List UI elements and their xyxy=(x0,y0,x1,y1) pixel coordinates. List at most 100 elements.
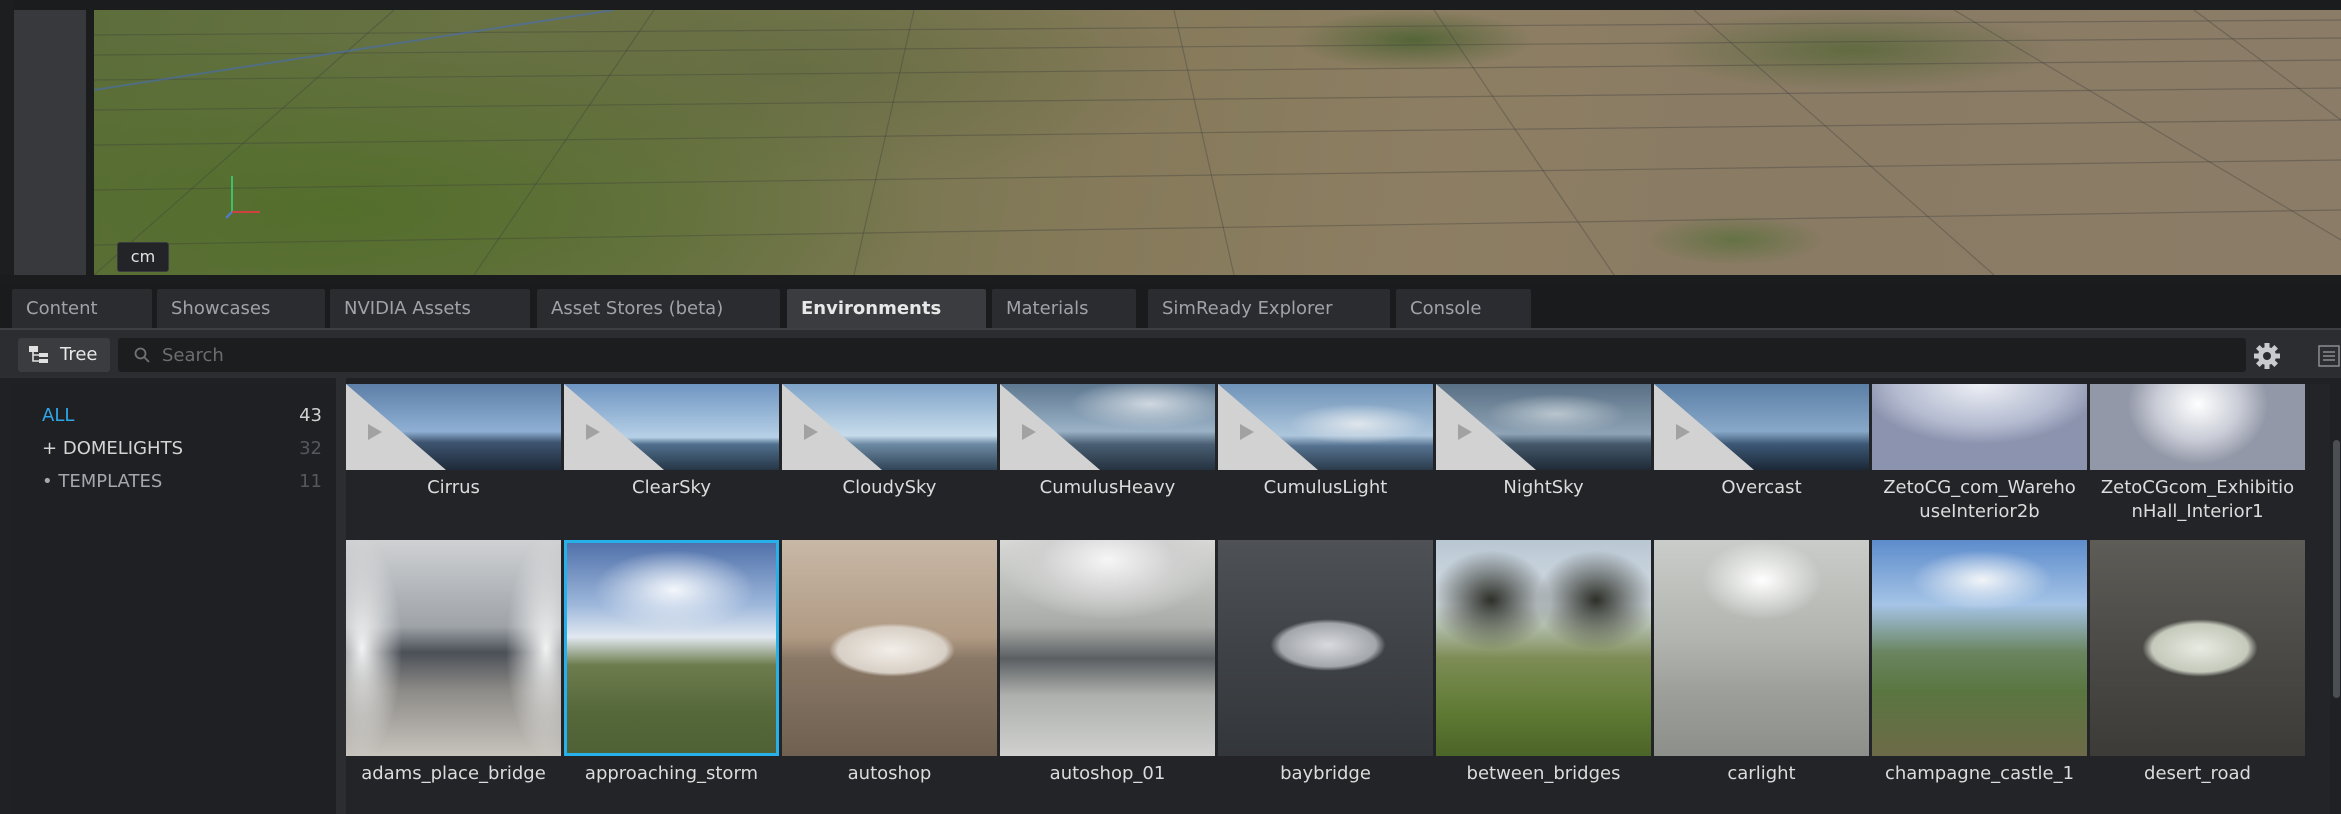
category-count: 32 xyxy=(299,438,322,459)
category-label: • TEMPLATES xyxy=(42,467,162,497)
play-icon xyxy=(782,384,882,470)
tab-materials[interactable]: Materials xyxy=(992,289,1136,328)
asset-name: ClearSky xyxy=(632,477,711,498)
category-label: ALL xyxy=(42,405,75,426)
viewport-scene[interactable] xyxy=(94,10,2341,275)
asset-card[interactable]: ZetoCGcom_Exhibitio nHall_Interior1 xyxy=(2090,384,2305,524)
tab-simready-explorer[interactable]: SimReady Explorer xyxy=(1148,289,1390,328)
tab-environments[interactable]: Environments xyxy=(787,289,986,328)
play-icon xyxy=(564,384,664,470)
asset-card[interactable]: CumulusLight xyxy=(1218,384,1433,514)
viewport[interactable]: cm xyxy=(0,0,2341,283)
asset-card[interactable]: desert_road xyxy=(2090,540,2305,800)
asset-thumbnail xyxy=(1218,384,1433,470)
asset-name: adams_place_bridge xyxy=(361,763,546,784)
search-icon xyxy=(134,347,150,363)
tab-nvidia-assets[interactable]: NVIDIA Assets xyxy=(330,289,530,328)
tree-icon xyxy=(29,346,48,363)
asset-name: autoshop_01 xyxy=(1049,763,1166,784)
play-icon xyxy=(1436,384,1536,470)
asset-card[interactable]: adams_place_bridge xyxy=(346,540,561,800)
axis-gizmo-icon xyxy=(225,176,260,219)
asset-thumbnail xyxy=(2090,384,2305,470)
tab-console[interactable]: Console xyxy=(1396,289,1531,328)
asset-thumbnail xyxy=(1000,540,1215,756)
asset-card[interactable]: Cirrus xyxy=(346,384,561,514)
asset-name: champagne_castle_1 xyxy=(1884,763,2075,784)
play-icon xyxy=(1654,384,1754,470)
tab-asset-stores[interactable]: Asset Stores (beta) xyxy=(537,289,780,328)
category-name: TEMPLATES xyxy=(58,471,163,492)
category-domelights[interactable]: + DOMELIGHTS 32 xyxy=(42,434,322,464)
asset-name: desert_road xyxy=(2144,763,2251,784)
asset-thumbnail xyxy=(1654,540,1869,756)
grid-scrollbar-thumb[interactable] xyxy=(2333,440,2340,698)
asset-thumbnail xyxy=(564,540,779,756)
asset-grid: Cirrus ClearSky CloudySky CumulusHeavy C… xyxy=(346,384,2330,814)
asset-name: NightSky xyxy=(1503,477,1584,498)
asset-thumbnail xyxy=(1872,540,2087,756)
unit-badge[interactable]: cm xyxy=(117,242,169,272)
tree-label: Tree xyxy=(60,344,98,365)
category-count: 43 xyxy=(299,405,322,426)
asset-name: approaching_storm xyxy=(584,763,759,784)
tab-showcases[interactable]: Showcases xyxy=(157,289,325,328)
viewport-side-toolbar xyxy=(14,10,90,283)
play-icon xyxy=(1000,384,1100,470)
asset-thumbnail xyxy=(346,540,561,756)
asset-card[interactable]: autoshop xyxy=(782,540,997,800)
asset-card[interactable]: autoshop_01 xyxy=(1000,540,1215,800)
asset-thumbnail xyxy=(2090,540,2305,756)
asset-card[interactable]: between_bridges xyxy=(1436,540,1651,800)
gear-icon[interactable] xyxy=(2253,342,2281,370)
asset-name: ZetoCG_com_Wareho useInterior2b xyxy=(1883,477,2076,522)
asset-thumbnail xyxy=(1436,540,1651,756)
expand-icon[interactable]: + xyxy=(42,438,57,459)
search-input[interactable] xyxy=(162,338,2222,372)
asset-card[interactable]: baybridge xyxy=(1218,540,1433,800)
asset-card[interactable]: CumulusHeavy xyxy=(1000,384,1215,514)
asset-card[interactable]: ClearSky xyxy=(564,384,779,514)
asset-thumbnail xyxy=(564,384,779,470)
ground-grid xyxy=(94,10,2341,275)
viewport-left-edge xyxy=(0,0,14,283)
asset-thumbnail xyxy=(1218,540,1433,756)
asset-name: CumulusHeavy xyxy=(1039,477,1176,498)
asset-name: carlight xyxy=(1727,763,1796,784)
tab-content[interactable]: Content xyxy=(12,289,152,328)
play-icon xyxy=(1218,384,1318,470)
asset-card[interactable]: approaching_storm xyxy=(564,540,779,800)
play-icon xyxy=(346,384,446,470)
asset-card[interactable]: Overcast xyxy=(1654,384,1869,514)
asset-name: autoshop xyxy=(847,763,932,784)
viewport-bottom-edge xyxy=(0,275,2341,283)
asset-card[interactable]: carlight xyxy=(1654,540,1869,800)
asset-name: Cirrus xyxy=(427,477,480,498)
category-templates[interactable]: • TEMPLATES 11 xyxy=(42,467,322,497)
category-all[interactable]: ALL 43 xyxy=(42,401,322,431)
asset-name: Overcast xyxy=(1721,477,1802,498)
tree-toggle-button[interactable]: Tree xyxy=(18,338,110,372)
asset-name: baybridge xyxy=(1280,763,1371,784)
asset-card[interactable]: CloudySky xyxy=(782,384,997,514)
asset-thumbnail xyxy=(346,384,561,470)
asset-thumbnail xyxy=(1654,384,1869,470)
asset-name: between_bridges xyxy=(1466,763,1621,784)
category-name: DOMELIGHTS xyxy=(62,438,184,459)
asset-card[interactable]: ZetoCG_com_Wareho useInterior2b xyxy=(1872,384,2087,524)
asset-thumbnail xyxy=(782,384,997,470)
panel-splitter[interactable] xyxy=(336,378,346,814)
tab-bar: Content Showcases NVIDIA Assets Asset St… xyxy=(0,283,2341,328)
category-label: + DOMELIGHTS xyxy=(42,434,183,464)
asset-card[interactable]: NightSky xyxy=(1436,384,1651,514)
list-view-icon[interactable] xyxy=(2316,344,2341,368)
asset-card[interactable]: champagne_castle_1 xyxy=(1872,540,2087,800)
category-panel: ALL 43 + DOMELIGHTS 32 • TEMPLATES 11 xyxy=(12,384,336,814)
search-box[interactable] xyxy=(118,338,2246,372)
browser-toolbar: Tree xyxy=(0,328,2341,378)
asset-name: CloudySky xyxy=(842,477,937,498)
asset-thumbnail xyxy=(1872,384,2087,470)
bullet-icon: • xyxy=(42,471,53,492)
app-window: cm Content Showcases NVIDIA Assets Asset… xyxy=(0,0,2341,814)
asset-thumbnail xyxy=(782,540,997,756)
